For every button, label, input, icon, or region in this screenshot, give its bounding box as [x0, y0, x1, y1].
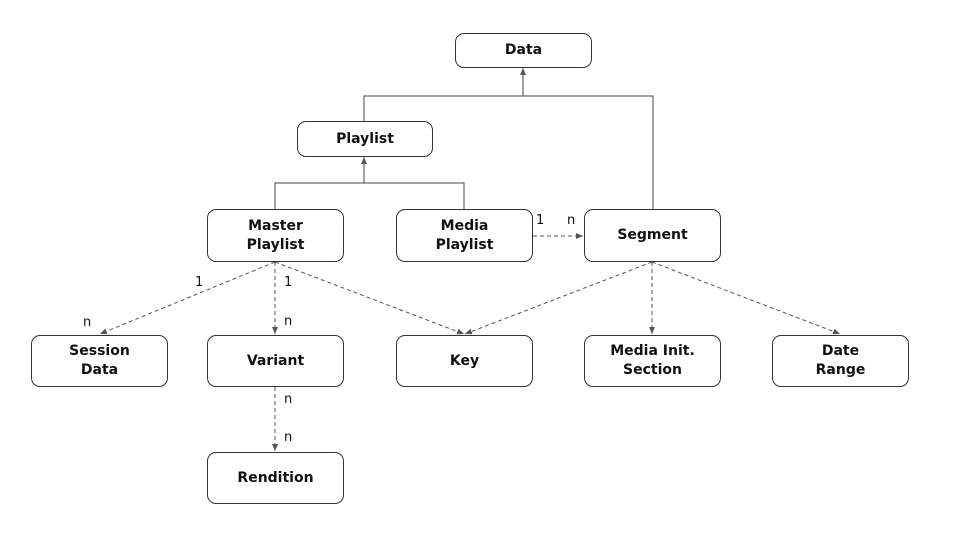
edge-master-session: [99, 261, 276, 335]
node-data: Data: [455, 33, 592, 68]
node-master-playlist: Master Playlist: [207, 209, 344, 262]
node-playlist: Playlist: [297, 121, 433, 157]
node-key: Key: [396, 335, 533, 387]
edge-segment-key: [464, 261, 653, 335]
inherit-to-playlist: [274, 182, 465, 209]
mult-variant-rendition-n2: n: [284, 430, 293, 445]
mult-master-session-n: n: [83, 315, 92, 330]
node-rendition: Rendition: [207, 452, 344, 504]
node-date-range: Date Range: [772, 335, 909, 387]
edge-segment-daterange: [651, 261, 841, 335]
node-segment: Segment: [584, 209, 721, 262]
diagram: Data Playlist Master Playlist Media Play…: [0, 0, 960, 540]
node-media-init-section: Media Init. Section: [584, 335, 721, 387]
mult-media-segment-n: n: [567, 213, 576, 228]
node-variant: Variant: [207, 335, 344, 387]
mult-master-session-1: 1: [195, 275, 204, 290]
mult-master-variant-n: n: [284, 314, 293, 329]
mult-media-segment-1: 1: [536, 213, 545, 228]
node-media-playlist: Media Playlist: [396, 209, 533, 262]
mult-variant-rendition-n1: n: [284, 392, 293, 407]
mult-master-variant-1: 1: [284, 275, 293, 290]
node-session-data: Session Data: [31, 335, 168, 387]
connectors: [99, 68, 841, 451]
edge-master-key: [274, 261, 465, 335]
